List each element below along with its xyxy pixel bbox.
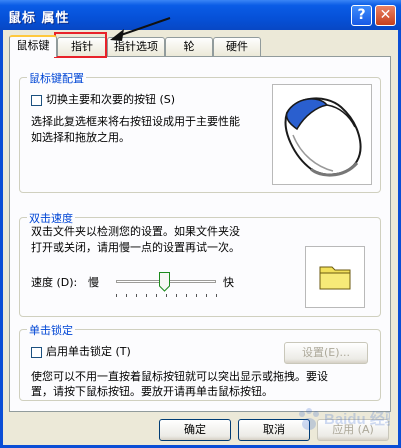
click-lock-description-line2: 置，请按下鼠标按钮。要放开请再单击鼠标按钮。 bbox=[31, 385, 273, 398]
svg-text:Baidu 经验: Baidu 经验 bbox=[324, 410, 390, 428]
double-click-description-line2: 打开或关闭，请用慢一点的设置再试一次。 bbox=[31, 241, 240, 254]
mouse-properties-window: 鼠标 属性 ? ✕ 鼠标键 指针 指针选项 轮 硬件 鼠标键配置 切换主要和次要… bbox=[0, 0, 401, 448]
button-config-description-line2: 如选择和拖放之用。 bbox=[31, 131, 130, 144]
tab-buttons[interactable]: 鼠标键 bbox=[9, 35, 57, 57]
slider-tick bbox=[216, 294, 217, 297]
speed-fast-label: 快 bbox=[223, 276, 234, 289]
slider-tick bbox=[156, 294, 157, 297]
ok-button[interactable]: 确定 bbox=[159, 419, 231, 441]
mouse-preview bbox=[272, 84, 372, 185]
title-bar[interactable]: 鼠标 属性 ? ✕ bbox=[0, 0, 401, 30]
folder-icon[interactable] bbox=[306, 247, 364, 307]
button-config-description-line1: 选择此复选框来将右按钮设成用于主要性能 bbox=[31, 115, 240, 128]
click-lock-settings-button[interactable]: 设置(E)... bbox=[284, 342, 368, 364]
button-config-title: 鼠标键配置 bbox=[27, 70, 86, 86]
click-lock-checkbox[interactable] bbox=[31, 347, 42, 358]
click-lock-label[interactable]: 启用单击锁定 (T) bbox=[46, 344, 131, 360]
slider-tick bbox=[176, 294, 177, 297]
slider-tick bbox=[206, 294, 207, 297]
baidu-watermark: Baidu 经验 bbox=[290, 404, 401, 444]
double-click-speed-slider[interactable] bbox=[116, 272, 217, 302]
dialog-body: 鼠标键 指针 指针选项 轮 硬件 鼠标键配置 切换主要和次要的按钮 (S) 选择… bbox=[3, 30, 398, 445]
click-lock-group: 单击锁定 启用单击锁定 (T) 设置(E)... 使您可以不用一直按着鼠标按钮就… bbox=[19, 322, 381, 401]
click-lock-title: 单击锁定 bbox=[27, 322, 75, 338]
help-button[interactable]: ? bbox=[351, 5, 372, 26]
button-config-group: 鼠标键配置 切换主要和次要的按钮 (S) 选择此复选框来将右按钮设成用于主要性能… bbox=[19, 70, 381, 193]
slider-tick bbox=[126, 294, 127, 297]
slider-tick bbox=[116, 294, 117, 297]
tab-panel-buttons: 鼠标键配置 切换主要和次要的按钮 (S) 选择此复选框来将右按钮设成用于主要性能… bbox=[9, 56, 391, 412]
switch-buttons-checkbox[interactable] bbox=[31, 95, 42, 106]
double-click-group: 双击速度 双击文件夹以检测您的设置。如果文件夹没 打开或关闭，请用慢一点的设置再… bbox=[19, 210, 381, 317]
arrow-annotation-icon bbox=[110, 17, 171, 41]
speed-slow-label: 慢 bbox=[88, 276, 99, 289]
switch-buttons-label[interactable]: 切换主要和次要的按钮 (S) bbox=[46, 92, 175, 108]
baidu-paw-logo: Baidu 经验 bbox=[299, 408, 401, 430]
speed-label: 速度 (D): bbox=[31, 276, 78, 289]
slider-thumb[interactable] bbox=[159, 272, 170, 292]
tab-hardware[interactable]: 硬件 bbox=[213, 37, 261, 56]
window-title: 鼠标 属性 bbox=[8, 11, 70, 26]
close-button[interactable]: ✕ bbox=[375, 5, 396, 26]
double-click-description-line1: 双击文件夹以检测您的设置。如果文件夹没 bbox=[31, 225, 240, 238]
test-folder-area[interactable] bbox=[305, 246, 365, 308]
slider-tick bbox=[186, 294, 187, 297]
slider-tick bbox=[196, 294, 197, 297]
slider-tick bbox=[146, 294, 147, 297]
pointer-tab-highlight bbox=[54, 32, 107, 58]
mouse-icon bbox=[284, 97, 362, 177]
slider-tick bbox=[166, 294, 167, 297]
slider-tick bbox=[136, 294, 137, 297]
click-lock-description-line1: 使您可以不用一直按着鼠标按钮就可以突出显示或拖拽。要设 bbox=[31, 370, 328, 383]
